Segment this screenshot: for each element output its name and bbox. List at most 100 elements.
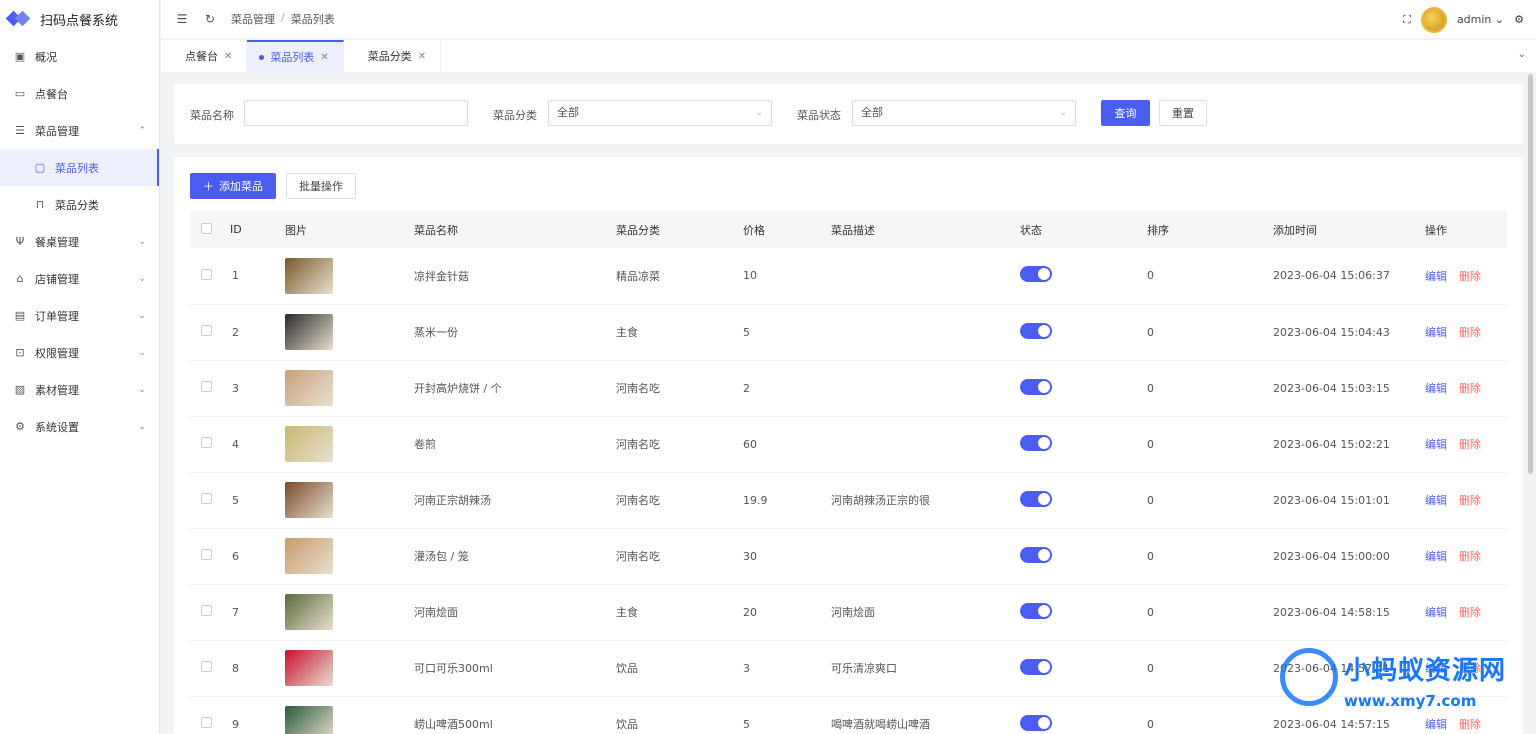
- edit-link[interactable]: 编辑: [1425, 438, 1447, 451]
- dish-status-select[interactable]: 全部 ⌄: [852, 100, 1076, 126]
- status-toggle[interactable]: [1020, 714, 1052, 731]
- menu-doc-icon: ☰: [15, 124, 25, 137]
- sidebar-item-shop-management[interactable]: ⌂ 店铺管理 ⌄: [0, 260, 159, 297]
- column-header: 图片: [285, 223, 307, 237]
- row-checkbox[interactable]: [201, 661, 212, 672]
- sidebar-item-label: 订单管理: [35, 309, 79, 323]
- sidebar-item-dish-category[interactable]: ⊓ 菜品分类: [0, 186, 159, 223]
- cell-id: 4: [232, 437, 239, 451]
- app-logo[interactable]: 扫码点餐系统: [0, 0, 159, 38]
- tab-order-desk[interactable]: 点餐台 ✕: [161, 40, 248, 72]
- sidebar-item-media-management[interactable]: ▨ 素材管理 ⌄: [0, 371, 159, 408]
- cell-category: 河南名吃: [616, 438, 660, 451]
- image-icon: ▨: [14, 383, 26, 396]
- batch-action-button[interactable]: 批量操作: [286, 173, 356, 199]
- reset-button[interactable]: 重置: [1159, 100, 1207, 126]
- cell-added-time: 2023-06-04 15:04:43: [1273, 325, 1390, 339]
- sidebar-item-system-settings[interactable]: ⚙ 系统设置 ⌄: [0, 408, 159, 445]
- status-toggle[interactable]: [1020, 658, 1052, 675]
- row-checkbox[interactable]: [201, 717, 212, 728]
- cell-category: 河南名吃: [616, 382, 660, 395]
- watermark-logo-icon: [1280, 648, 1338, 706]
- cell-id: 9: [232, 717, 239, 731]
- delete-link[interactable]: 删除: [1459, 550, 1481, 563]
- status-toggle[interactable]: [1020, 266, 1052, 283]
- cell-dish-name: 河南正宗胡辣汤: [414, 494, 491, 507]
- sidebar-item-dish-management[interactable]: ☰ 菜品管理 ⌃: [0, 112, 159, 149]
- delete-link[interactable]: 删除: [1459, 438, 1481, 451]
- delete-link[interactable]: 删除: [1459, 326, 1481, 339]
- logo-icon: [5, 8, 34, 30]
- edit-link[interactable]: 编辑: [1425, 550, 1447, 563]
- edit-link[interactable]: 编辑: [1425, 606, 1447, 619]
- cell-price: 19.9: [743, 493, 768, 507]
- sidebar-item-label: 概况: [35, 50, 57, 64]
- column-header: 排序: [1147, 223, 1169, 237]
- dish-category-select[interactable]: 全部 ⌄: [548, 100, 772, 126]
- edit-link[interactable]: 编辑: [1425, 270, 1447, 283]
- avatar[interactable]: [1420, 6, 1447, 33]
- status-toggle[interactable]: [1020, 322, 1052, 339]
- collapse-menu-icon[interactable]: ☰: [175, 12, 189, 26]
- cell-description: 可乐清凉爽口: [831, 662, 897, 675]
- column-header: 添加时间: [1273, 223, 1317, 237]
- tab-dish-category[interactable]: 菜品分类 ✕: [344, 40, 442, 72]
- breadcrumb-item[interactable]: 菜品管理: [231, 11, 275, 27]
- edit-link[interactable]: 编辑: [1425, 494, 1447, 507]
- close-icon[interactable]: ✕: [224, 51, 232, 62]
- select-all-checkbox[interactable]: [201, 222, 212, 234]
- gear-icon: ⚙: [15, 420, 25, 433]
- user-menu[interactable]: admin ⌄: [1457, 13, 1504, 26]
- query-button[interactable]: 查询: [1101, 100, 1150, 126]
- column-header: 菜品描述: [831, 223, 875, 237]
- sidebar-item-label: 菜品管理: [35, 124, 79, 138]
- app-title: 扫码点餐系统: [40, 13, 119, 29]
- refresh-icon[interactable]: ↻: [203, 12, 217, 26]
- dish-name-input[interactable]: [244, 100, 468, 126]
- close-icon[interactable]: ✕: [320, 52, 328, 63]
- cell-sort: 0: [1147, 605, 1154, 619]
- sidebar-item-permission-management[interactable]: ⊡ 权限管理 ⌄: [0, 334, 159, 371]
- delete-link[interactable]: 删除: [1459, 606, 1481, 619]
- add-dish-button[interactable]: ＋ 添加菜品: [190, 173, 276, 199]
- close-icon[interactable]: ✕: [418, 51, 426, 62]
- sidebar-item-order-management[interactable]: ▤ 订单管理 ⌄: [0, 297, 159, 334]
- table-row: 1 凉拌金针菇 精品凉菜 10 0 2023-06-04 15:06:37 编辑 删除: [190, 248, 1507, 304]
- add-dish-label: 添加菜品: [219, 180, 263, 193]
- cell-dish-name: 崂山啤酒500ml: [414, 718, 493, 731]
- delete-link[interactable]: 删除: [1459, 494, 1481, 507]
- tab-dish-list[interactable]: 菜品列表 ✕: [247, 40, 344, 72]
- sidebar-item-order-desk[interactable]: ▭ 点餐台: [0, 75, 159, 112]
- row-checkbox[interactable]: [201, 549, 212, 560]
- sidebar-item-dish-list[interactable]: ▢ 菜品列表: [0, 149, 159, 186]
- sidebar-item-overview[interactable]: ▣ 概况: [0, 38, 159, 75]
- status-toggle[interactable]: [1020, 546, 1052, 563]
- row-checkbox[interactable]: [201, 493, 212, 504]
- row-checkbox[interactable]: [201, 325, 212, 336]
- status-toggle[interactable]: [1020, 378, 1052, 395]
- sidebar-item-label: 店铺管理: [35, 272, 79, 286]
- cell-price: 30: [743, 549, 757, 563]
- status-toggle[interactable]: [1020, 434, 1052, 451]
- row-checkbox[interactable]: [201, 268, 212, 280]
- settings-gear-icon[interactable]: ⚙: [1514, 13, 1524, 26]
- fullscreen-icon[interactable]: ⛶: [1403, 13, 1411, 27]
- table-header-row: ID 图片 菜品名称 菜品分类 价格 菜品描述 状态 排序 添加时间 操作: [190, 211, 1507, 248]
- cell-category: 河南名吃: [616, 550, 660, 563]
- status-toggle[interactable]: [1020, 602, 1052, 619]
- row-checkbox[interactable]: [201, 437, 212, 448]
- status-toggle[interactable]: [1020, 490, 1052, 507]
- edit-link[interactable]: 编辑: [1425, 382, 1447, 395]
- table-row: 7 河南烩面 主食 20 河南烩面 0 2023-06-04 14:58:15 编辑 删除: [190, 584, 1507, 640]
- cell-id: 2: [232, 325, 239, 339]
- chevron-down-icon[interactable]: ⌄: [1518, 49, 1526, 60]
- delete-link[interactable]: 删除: [1459, 382, 1481, 395]
- page-scrollbar[interactable]: [1528, 74, 1533, 474]
- sidebar-item-table-management[interactable]: Ψ 餐桌管理 ⌄: [0, 223, 159, 260]
- cell-description: [831, 304, 1020, 360]
- row-checkbox[interactable]: [201, 605, 212, 616]
- row-checkbox[interactable]: [201, 381, 212, 392]
- cell-price: 5: [743, 325, 750, 339]
- delete-link[interactable]: 删除: [1459, 270, 1481, 283]
- edit-link[interactable]: 编辑: [1425, 326, 1447, 339]
